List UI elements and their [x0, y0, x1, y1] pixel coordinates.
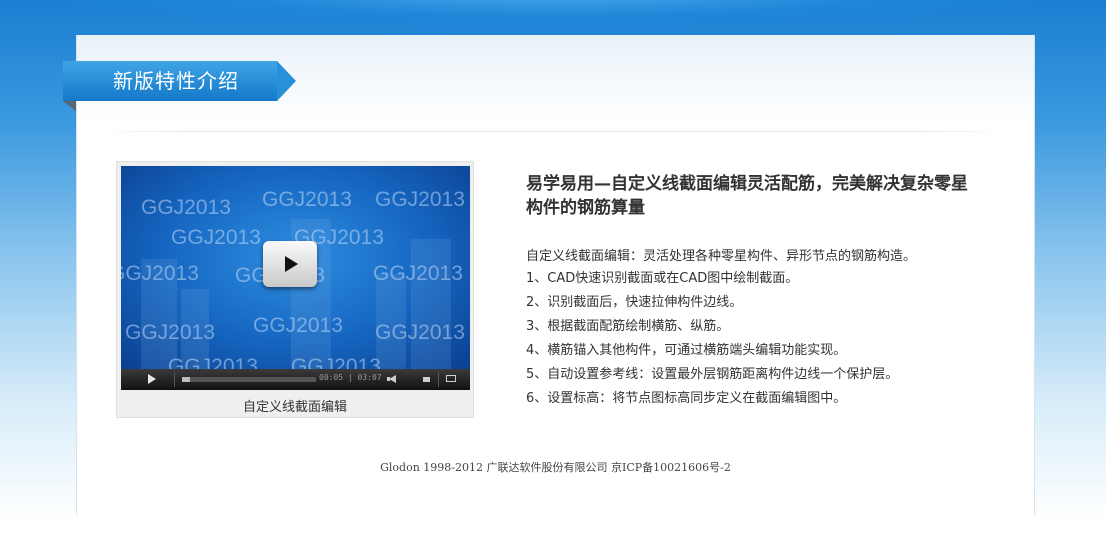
controls-separator: [174, 372, 175, 387]
city-silhouette: [411, 239, 451, 369]
section-title: 新版特性介绍: [113, 69, 239, 93]
time-display: 00:05 | 03:07: [319, 373, 382, 382]
video-watermark: GGJ2013: [375, 188, 465, 211]
video-watermark: GGJ2013: [253, 314, 343, 337]
section-ribbon: 新版特性介绍: [63, 61, 296, 111]
list-item: 6、设置标高：将节点图标高同步定义在截面编辑图中。: [526, 391, 847, 406]
video-watermark: GGJ2013: [375, 321, 465, 344]
total-time: 03:07: [357, 373, 382, 382]
list-item: 3、根据截面配筋绘制横筋、纵筋。: [526, 319, 730, 334]
video-controls: 00:05 | 03:07: [121, 369, 470, 390]
ribbon-fold: [63, 101, 76, 111]
play-icon[interactable]: [148, 374, 156, 384]
feature-intro: 自定义线截面编辑：灵活处理各种零星构件、异形节点的钢筋构造。: [526, 249, 917, 264]
feature-list: 1、CAD快速识别截面或在CAD图中绘制截面。 2、识别截面后，快速拉伸构件边线…: [526, 269, 898, 413]
video-watermark: GGJ2013: [262, 188, 352, 211]
section-divider: [95, 131, 1010, 132]
video-watermark: GGJ2013: [125, 321, 215, 344]
video-watermark: GGJ2013: [121, 262, 199, 285]
footer-copyright: Glodon 1998-2012 广联达软件股份有限公司 京ICP备100216…: [380, 461, 731, 474]
current-time: 00:05: [319, 373, 344, 382]
article-headline: 易学易用—自定义线截面编辑灵活配筋，完美解决复杂零星构件的钢筋算量: [526, 174, 968, 218]
play-overlay-button[interactable]: [263, 241, 317, 287]
video-watermark: GGJ2013: [168, 355, 258, 369]
ribbon-arrow: [277, 61, 296, 101]
header-glow: [0, 0, 1106, 34]
video-watermark: GGJ2013: [373, 262, 463, 285]
controls-separator: [438, 372, 439, 387]
list-item: 1、CAD快速识别截面或在CAD图中绘制截面。: [526, 271, 799, 286]
video-watermark: GGJ2013: [141, 196, 231, 219]
video-caption: 自定义线截面编辑: [242, 400, 347, 415]
video-screen[interactable]: GGJ2013 GGJ2013 GGJ2013 GGJ2013 GGJ2013 …: [121, 166, 470, 369]
video-watermark: GGJ2013: [171, 226, 261, 249]
volume-icon[interactable]: [389, 375, 396, 383]
quality-icon[interactable]: [423, 377, 430, 382]
progress-fill: [182, 377, 190, 382]
fullscreen-icon[interactable]: [446, 375, 456, 382]
list-item: 2、识别截面后，快速拉伸构件边线。: [526, 295, 743, 310]
progress-bar[interactable]: [182, 377, 316, 382]
list-item: 4、横筋锚入其他构件，可通过横筋端头编辑功能实现。: [526, 343, 847, 358]
video-player: GGJ2013 GGJ2013 GGJ2013 GGJ2013 GGJ2013 …: [116, 161, 474, 418]
list-item: 5、自动设置参考线：设置最外层钢筋距离构件边线一个保护层。: [526, 367, 899, 382]
video-watermark: GGJ2013: [291, 355, 381, 369]
